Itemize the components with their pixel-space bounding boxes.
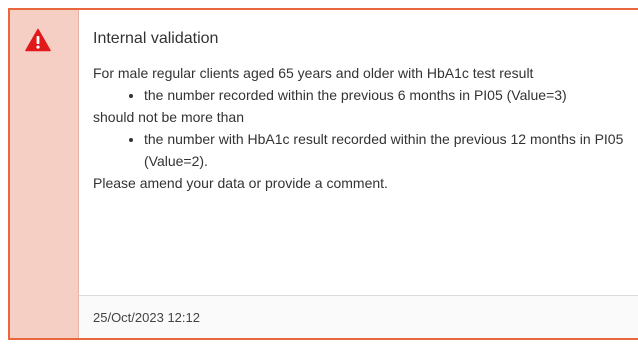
message-text: For male regular clients aged 65 years a…	[93, 62, 628, 194]
message-timestamp: 25/Oct/2023 12:12	[93, 309, 200, 325]
message-intro: For male regular clients aged 65 years a…	[93, 65, 534, 81]
message-closing: Please amend your data or provide a comm…	[93, 175, 388, 191]
message-body: Internal validation For male regular cli…	[79, 10, 638, 295]
condition-list: the number recorded within the previous …	[93, 84, 628, 106]
warning-triangle-icon	[25, 28, 51, 52]
message-connector: should not be more than	[93, 109, 244, 125]
message-title: Internal validation	[93, 30, 219, 47]
comparison-item: the number with HbA1c result recorded wi…	[144, 128, 628, 172]
severity-gutter	[10, 10, 79, 338]
message-footer: 25/Oct/2023 12:12	[79, 295, 638, 338]
validation-message-card: Internal validation For male regular cli…	[8, 8, 638, 340]
message-content: Internal validation For male regular cli…	[79, 10, 638, 338]
condition-item: the number recorded within the previous …	[144, 84, 628, 106]
comparison-list: the number with HbA1c result recorded wi…	[93, 128, 628, 172]
